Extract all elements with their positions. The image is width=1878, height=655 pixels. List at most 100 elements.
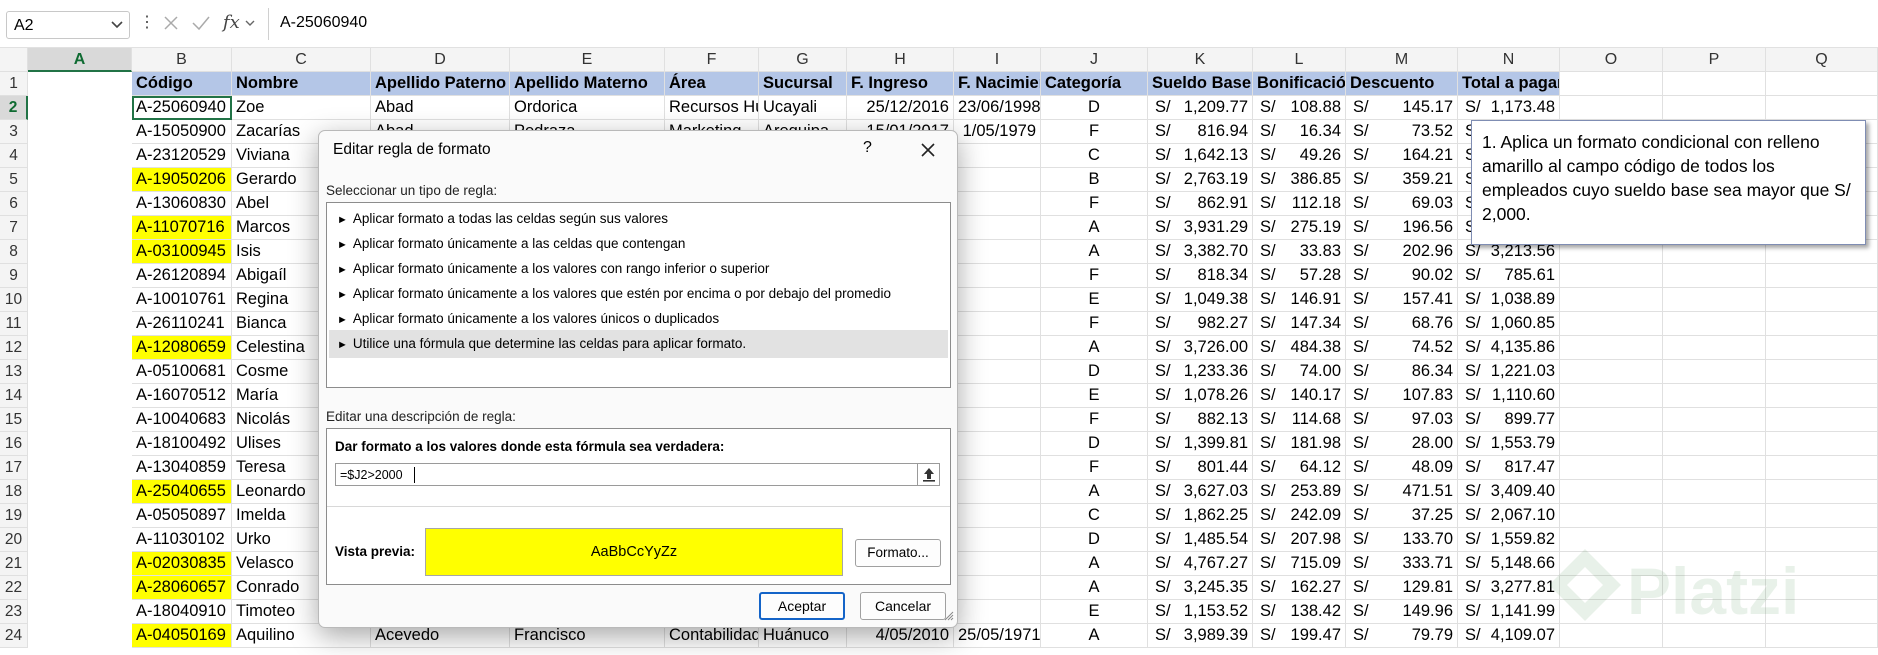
- row-header[interactable]: 3: [0, 120, 28, 144]
- column-header-l[interactable]: L: [1253, 48, 1346, 72]
- table-cell[interactable]: [954, 528, 1041, 552]
- table-header[interactable]: Total a pagar: [1458, 72, 1560, 96]
- ok-button[interactable]: Aceptar: [759, 592, 845, 620]
- empty-cell[interactable]: [1663, 360, 1766, 384]
- confirm-formula-icon[interactable]: [191, 14, 211, 32]
- table-cell[interactable]: A: [1041, 216, 1148, 240]
- table-header[interactable]: Sucursal: [759, 72, 847, 96]
- currency-cell[interactable]: S/196.56: [1346, 216, 1458, 240]
- currency-cell[interactable]: S/1,642.13: [1148, 144, 1253, 168]
- table-cell[interactable]: B: [1041, 168, 1148, 192]
- currency-cell[interactable]: S/64.12: [1253, 456, 1346, 480]
- empty-cell[interactable]: [1766, 96, 1878, 120]
- table-header[interactable]: Apellido Materno: [510, 72, 665, 96]
- table-cell[interactable]: F: [1041, 120, 1148, 144]
- currency-cell[interactable]: S/57.28: [1253, 264, 1346, 288]
- currency-cell[interactable]: S/74.00: [1253, 360, 1346, 384]
- column-header-f[interactable]: F: [665, 48, 759, 72]
- empty-cell[interactable]: [1663, 96, 1766, 120]
- empty-cell[interactable]: [1766, 288, 1878, 312]
- currency-cell[interactable]: S/147.34: [1253, 312, 1346, 336]
- column-header-j[interactable]: J: [1041, 48, 1148, 72]
- row-header[interactable]: 15: [0, 408, 28, 432]
- code-cell[interactable]: A-04050169: [132, 624, 232, 648]
- empty-cell[interactable]: [1663, 336, 1766, 360]
- table-header[interactable]: Bonificación: [1253, 72, 1346, 96]
- table-cell[interactable]: [954, 168, 1041, 192]
- row-header[interactable]: 2: [0, 96, 28, 120]
- empty-cell[interactable]: [1766, 528, 1878, 552]
- empty-cell[interactable]: [1766, 264, 1878, 288]
- currency-cell[interactable]: S/68.76: [1346, 312, 1458, 336]
- insert-function-icon[interactable]: fx: [223, 12, 240, 33]
- currency-cell[interactable]: S/138.42: [1253, 600, 1346, 624]
- column-header-p[interactable]: P: [1663, 48, 1766, 72]
- code-cell[interactable]: A-15050900: [132, 120, 232, 144]
- name-box[interactable]: A2: [6, 11, 130, 39]
- currency-cell[interactable]: S/1,110.60: [1458, 384, 1560, 408]
- cancel-formula-icon[interactable]: [162, 14, 180, 32]
- expand-function-chevron-icon[interactable]: [244, 14, 256, 32]
- empty-cell[interactable]: [1560, 336, 1663, 360]
- currency-cell[interactable]: S/3,382.70: [1148, 240, 1253, 264]
- empty-cell[interactable]: [1560, 312, 1663, 336]
- table-cell[interactable]: 1/05/1979: [954, 120, 1041, 144]
- row-header[interactable]: 7: [0, 216, 28, 240]
- empty-cell[interactable]: [1560, 408, 1663, 432]
- currency-cell[interactable]: S/149.96: [1346, 600, 1458, 624]
- table-cell[interactable]: [954, 408, 1041, 432]
- row-header[interactable]: 14: [0, 384, 28, 408]
- currency-cell[interactable]: S/1,862.25: [1148, 504, 1253, 528]
- code-cell[interactable]: A-05100681: [132, 360, 232, 384]
- currency-cell[interactable]: S/359.21: [1346, 168, 1458, 192]
- currency-cell[interactable]: S/97.03: [1346, 408, 1458, 432]
- currency-cell[interactable]: S/2,763.19: [1148, 168, 1253, 192]
- table-cell[interactable]: [954, 288, 1041, 312]
- row-header[interactable]: 24: [0, 624, 28, 648]
- empty-cell[interactable]: [1560, 360, 1663, 384]
- formula-rule-input[interactable]: =$J2>2000: [335, 463, 940, 486]
- currency-cell[interactable]: S/484.38: [1253, 336, 1346, 360]
- empty-cell[interactable]: [1663, 432, 1766, 456]
- table-cell[interactable]: [954, 264, 1041, 288]
- currency-cell[interactable]: S/202.96: [1346, 240, 1458, 264]
- table-header[interactable]: Nombre: [232, 72, 371, 96]
- currency-cell[interactable]: S/1,078.26: [1148, 384, 1253, 408]
- currency-cell[interactable]: S/2,067.10: [1458, 504, 1560, 528]
- row-header[interactable]: 4: [0, 144, 28, 168]
- currency-cell[interactable]: S/157.41: [1346, 288, 1458, 312]
- help-icon[interactable]: ?: [863, 139, 872, 157]
- empty-cell[interactable]: [1560, 456, 1663, 480]
- empty-cell[interactable]: [1663, 288, 1766, 312]
- column-header-a[interactable]: A: [28, 48, 132, 72]
- currency-cell[interactable]: S/3,627.03: [1148, 480, 1253, 504]
- currency-cell[interactable]: S/1,209.77: [1148, 96, 1253, 120]
- cancel-button[interactable]: Cancelar: [860, 592, 946, 620]
- empty-cell[interactable]: [1663, 480, 1766, 504]
- table-cell[interactable]: [954, 384, 1041, 408]
- currency-cell[interactable]: S/3,931.29: [1148, 216, 1253, 240]
- currency-cell[interactable]: S/164.21: [1346, 144, 1458, 168]
- empty-cell[interactable]: [1766, 360, 1878, 384]
- table-cell[interactable]: A: [1041, 336, 1148, 360]
- currency-cell[interactable]: S/899.77: [1458, 408, 1560, 432]
- empty-cell[interactable]: [1560, 72, 1663, 96]
- code-cell[interactable]: A-11070716: [132, 216, 232, 240]
- row-header[interactable]: 21: [0, 552, 28, 576]
- currency-cell[interactable]: S/471.51: [1346, 480, 1458, 504]
- currency-cell[interactable]: S/90.02: [1346, 264, 1458, 288]
- row-header[interactable]: 16: [0, 432, 28, 456]
- currency-cell[interactable]: S/48.09: [1346, 456, 1458, 480]
- currency-cell[interactable]: S/1,153.52: [1148, 600, 1253, 624]
- row-header[interactable]: 18: [0, 480, 28, 504]
- currency-cell[interactable]: S/862.91: [1148, 192, 1253, 216]
- column-header-d[interactable]: D: [371, 48, 510, 72]
- currency-cell[interactable]: S/108.88: [1253, 96, 1346, 120]
- table-header[interactable]: Descuento: [1346, 72, 1458, 96]
- currency-cell[interactable]: S/816.94: [1148, 120, 1253, 144]
- empty-cell[interactable]: [1560, 264, 1663, 288]
- currency-cell[interactable]: S/817.47: [1458, 456, 1560, 480]
- currency-cell[interactable]: S/1,485.54: [1148, 528, 1253, 552]
- table-cell[interactable]: Ucayali: [759, 96, 847, 120]
- currency-cell[interactable]: S/199.47: [1253, 624, 1346, 648]
